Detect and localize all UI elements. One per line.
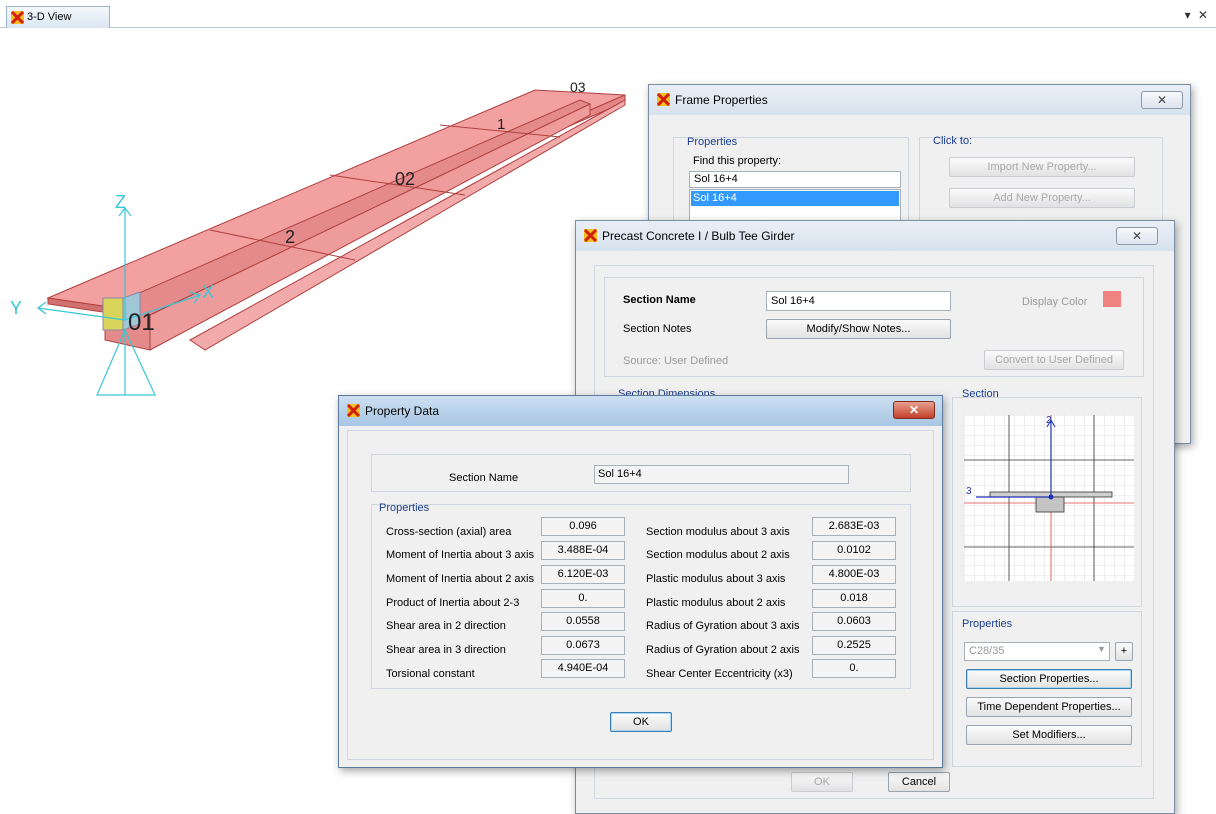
property-data-title: Property Data (365, 404, 440, 418)
add-material-button[interactable]: + (1115, 642, 1133, 661)
prop-label: Plastic modulus about 3 axis (646, 573, 786, 585)
add-new-property-button[interactable]: Add New Property... (949, 188, 1135, 208)
property-list-item[interactable]: Sol 16+4 (691, 191, 899, 206)
prop-label: Moment of Inertia about 3 axis (386, 549, 534, 561)
property-data-dialog: Property Data ✕ Section Name Sol 16+4 Pr… (338, 395, 943, 768)
close-button[interactable]: ✕ (1141, 91, 1183, 109)
node-label-03: 03 (570, 79, 586, 95)
axis-z-label: Z (115, 192, 126, 212)
prop-value: 2.683E-03 (812, 517, 896, 536)
girder-cancel-button[interactable]: Cancel (888, 772, 950, 792)
prop-label: Radius of Gyration about 3 axis (646, 620, 800, 632)
section-properties-button[interactable]: Section Properties... (966, 669, 1132, 689)
set-modifiers-button[interactable]: Set Modifiers... (966, 725, 1132, 745)
document-tab-bar: 3-D View ▾ ✕ (0, 0, 1216, 28)
pd-section-name-value: Sol 16+4 (594, 465, 849, 484)
girder-properties-label: Properties (962, 618, 1013, 630)
time-dependent-button[interactable]: Time Dependent Properties... (966, 697, 1132, 717)
modify-notes-button[interactable]: Modify/Show Notes... (766, 319, 951, 339)
material-select[interactable]: C28/35 (964, 642, 1110, 661)
display-color-swatch[interactable] (1103, 291, 1121, 307)
import-new-property-button[interactable]: Import New Property... (949, 157, 1135, 177)
prop-label: Cross-section (axial) area (386, 526, 512, 538)
axis-y-label: Y (10, 298, 22, 318)
pd-section-name-label: Section Name (449, 472, 519, 484)
section-name-label: Section Name (623, 294, 696, 306)
prop-value: 0.0102 (812, 541, 896, 560)
prop-value: 0. (812, 659, 896, 678)
girder-ok-button[interactable]: OK (791, 772, 853, 792)
property-data-titlebar: Property Data ✕ (339, 396, 942, 426)
prop-value: 0.0603 (812, 612, 896, 631)
prop-label: Radius of Gyration about 2 axis (646, 644, 800, 656)
prop-value: 3.488E-04 (541, 541, 625, 560)
section-axis-2-label: 2 (1046, 415, 1052, 426)
close-button[interactable]: ✕ (1116, 227, 1158, 245)
app-icon (11, 11, 24, 24)
girder-titlebar: Precast Concrete I / Bulb Tee Girder ✕ (576, 221, 1174, 251)
prop-value: 0.018 (812, 589, 896, 608)
girder-title: Precast Concrete I / Bulb Tee Girder (602, 229, 795, 243)
node-label-01: 01 (128, 309, 155, 336)
chevron-down-icon: ▼ (1097, 644, 1106, 654)
find-property-input[interactable]: Sol 16+4 (689, 171, 901, 188)
axis-x-label: X (202, 282, 214, 302)
prop-label: Plastic modulus about 2 axis (646, 597, 786, 609)
prop-label: Torsional constant (386, 668, 475, 680)
prop-value: 0. (541, 589, 625, 608)
section-preview: 2 3 (964, 415, 1134, 581)
prop-label: Shear area in 2 direction (386, 620, 506, 632)
section-notes-label: Section Notes (623, 323, 692, 335)
pd-properties-label: Properties (379, 502, 430, 514)
find-property-label: Find this property: (693, 155, 782, 167)
app-icon (657, 93, 670, 106)
close-button[interactable]: ✕ (893, 401, 935, 419)
display-color-label: Display Color (1022, 296, 1088, 308)
frame-label-1: 1 (497, 116, 505, 133)
section-axis-3-label: 3 (966, 486, 972, 497)
tab-controls[interactable]: ▾ ✕ (1185, 8, 1210, 22)
pd-ok-button[interactable]: OK (610, 712, 672, 732)
source-label: Source: User Defined (623, 355, 729, 367)
prop-label: Section modulus about 2 axis (646, 549, 790, 561)
node-label-02: 02 (395, 169, 415, 189)
node-cube-front (102, 297, 124, 331)
prop-label: Product of Inertia about 2-3 (386, 597, 520, 609)
convert-user-defined-button[interactable]: Convert to User Defined (984, 350, 1124, 370)
properties-group-label: Properties (687, 136, 738, 148)
prop-label: Section modulus about 3 axis (646, 526, 790, 538)
frame-properties-title: Frame Properties (675, 93, 768, 107)
click-to-label: Click to: (933, 135, 973, 147)
prop-value: 6.120E-03 (541, 565, 625, 584)
prop-label: Shear Center Eccentricity (x3) (646, 668, 793, 680)
frame-properties-titlebar: Frame Properties ✕ (649, 85, 1190, 115)
prop-value: 0.0558 (541, 612, 625, 631)
tab-3d-view[interactable]: 3-D View (6, 6, 110, 28)
prop-value: 0.096 (541, 517, 625, 536)
prop-value: 4.940E-04 (541, 659, 625, 678)
prop-value: 4.800E-03 (812, 565, 896, 584)
frame-label-2: 2 (285, 227, 295, 247)
prop-label: Moment of Inertia about 2 axis (386, 573, 534, 585)
section-name-input[interactable]: Sol 16+4 (766, 291, 951, 311)
section-group-label: Section (962, 388, 999, 400)
prop-value: 0.2525 (812, 636, 896, 655)
app-icon (584, 229, 597, 242)
tab-label: 3-D View (27, 11, 72, 23)
prop-label: Shear area in 3 direction (386, 644, 506, 656)
prop-value: 0.0673 (541, 636, 625, 655)
app-icon (347, 404, 360, 417)
